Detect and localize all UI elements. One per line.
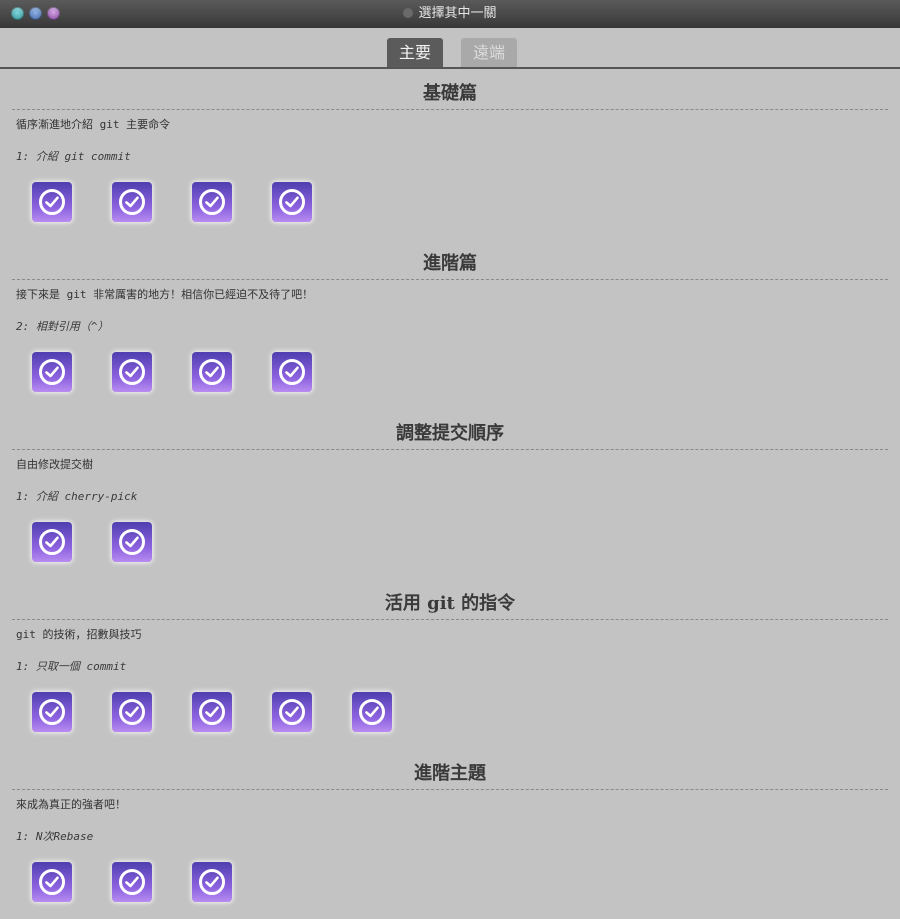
check-circle-icon: [119, 529, 145, 555]
check-circle-icon: [119, 359, 145, 385]
level-button[interactable]: [32, 692, 72, 732]
window-title: 選擇其中一關: [418, 6, 497, 21]
section-title: 調整提交順序: [12, 422, 888, 450]
level-button-row: [32, 692, 900, 734]
level-button[interactable]: [112, 692, 152, 732]
section-description: 自由修改提交樹: [16, 458, 93, 471]
check-circle-icon: [279, 189, 305, 215]
tab-remote[interactable]: 遠端: [461, 38, 518, 67]
level-button[interactable]: [32, 182, 72, 222]
level-button[interactable]: [32, 862, 72, 902]
level-name: 1: 只取一個 commit: [16, 660, 127, 673]
check-circle-icon: [199, 699, 225, 725]
window-controls: [11, 7, 60, 20]
tab-main[interactable]: 主要: [387, 38, 444, 67]
check-circle-icon: [39, 359, 65, 385]
check-circle-icon: [39, 189, 65, 215]
check-circle-icon: [39, 529, 65, 555]
level-button[interactable]: [112, 862, 152, 902]
zoom-window-button[interactable]: [47, 7, 60, 20]
minimize-window-button[interactable]: [29, 7, 42, 20]
section-description: git 的技術，招數與技巧: [16, 628, 142, 641]
level-button[interactable]: [272, 352, 312, 392]
level-sections: 基礎篇循序漸進地介紹 git 主要命令 1: 介紹 git commit 進階篇接下…: [0, 82, 900, 919]
level-button[interactable]: [192, 182, 232, 222]
tab-bar: 主要 遠端: [0, 28, 900, 69]
section-title: 進階篇: [12, 252, 888, 280]
check-circle-icon: [279, 359, 305, 385]
close-window-button[interactable]: [11, 7, 24, 20]
level-name: 1: 介紹 cherry-pick: [16, 490, 138, 503]
section-title: 活用 git 的指令: [12, 592, 888, 620]
level-button[interactable]: [32, 352, 72, 392]
level-button[interactable]: [192, 862, 232, 902]
level-name: 2: 相對引用（^）: [16, 320, 109, 333]
level-button[interactable]: [272, 182, 312, 222]
level-button[interactable]: [112, 352, 152, 392]
level-button-row: [32, 352, 900, 394]
level-section: 調整提交順序自由修改提交樹 1: 介紹 cherry-pick: [0, 422, 900, 579]
level-button[interactable]: [272, 692, 312, 732]
level-section: 進階篇接下來是 git 非常厲害的地方！相信你已經迫不及待了吧！ 2: 相對引用（…: [0, 252, 900, 409]
level-button[interactable]: [112, 182, 152, 222]
check-circle-icon: [119, 189, 145, 215]
level-button[interactable]: [112, 522, 152, 562]
level-button[interactable]: [352, 692, 392, 732]
section-description: 循序漸進地介紹 git 主要命令: [16, 118, 171, 131]
level-section: 進階主題來成為真正的強者吧！ 1: N次Rebase: [0, 762, 900, 919]
level-section: 基礎篇循序漸進地介紹 git 主要命令 1: 介紹 git commit: [0, 82, 900, 239]
check-circle-icon: [279, 699, 305, 725]
check-circle-icon: [39, 869, 65, 895]
check-circle-icon: [119, 869, 145, 895]
level-button-row: [32, 522, 900, 564]
section-title: 進階主題: [12, 762, 888, 790]
level-button[interactable]: [192, 352, 232, 392]
level-button[interactable]: [32, 522, 72, 562]
section-description: 來成為真正的強者吧！: [16, 798, 126, 811]
level-name: 1: N次Rebase: [16, 830, 94, 843]
window-titlebar: 選擇其中一關: [0, 0, 900, 28]
check-circle-icon: [119, 699, 145, 725]
section-description: 接下來是 git 非常厲害的地方！相信你已經迫不及待了吧！: [16, 288, 314, 301]
level-button[interactable]: [192, 692, 232, 732]
level-section: 活用 git 的指令 git 的技術，招數與技巧 1: 只取一個 commit: [0, 592, 900, 749]
check-circle-icon: [199, 359, 225, 385]
document-icon: [403, 8, 414, 18]
check-circle-icon: [359, 699, 385, 725]
section-title: 基礎篇: [12, 82, 888, 110]
level-button-row: [32, 862, 900, 904]
level-button-row: [32, 182, 900, 224]
check-circle-icon: [199, 869, 225, 895]
level-name: 1: 介紹 git commit: [16, 150, 131, 163]
check-circle-icon: [199, 189, 225, 215]
check-circle-icon: [39, 699, 65, 725]
